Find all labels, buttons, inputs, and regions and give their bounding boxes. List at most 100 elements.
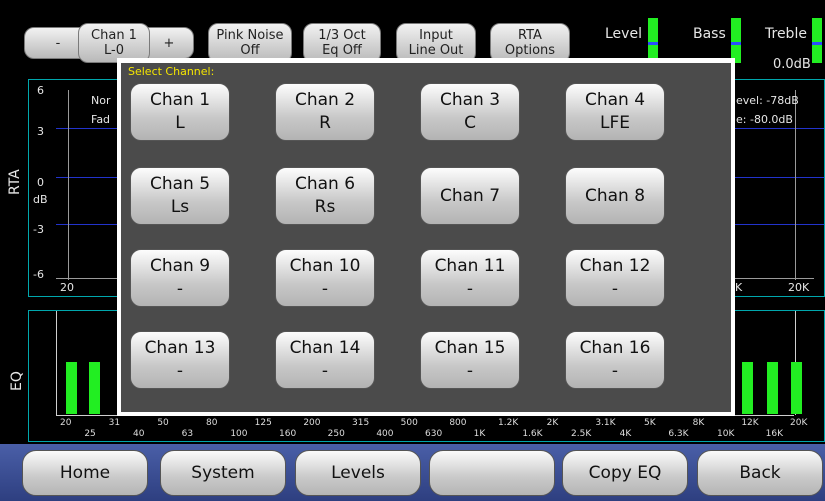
- channel-button-name: Chan 11: [434, 256, 506, 276]
- eq-freq-label: 6.3K: [668, 429, 689, 439]
- eq-freq-label: 5K: [644, 418, 656, 428]
- eq-freq-label: 250: [327, 429, 345, 439]
- input-line2: Line Out: [408, 43, 464, 58]
- rta-x-end-left: K: [735, 281, 743, 294]
- level-label: Level: [605, 26, 642, 42]
- channel-button[interactable]: Chan 4 LFE: [565, 83, 665, 141]
- channel-button[interactable]: Chan 1 L: [130, 83, 230, 141]
- rta-x-start: 20: [60, 281, 74, 294]
- blank-button[interactable]: [429, 450, 555, 496]
- channel-button-name: Chan 16: [579, 338, 651, 358]
- input-line-out-button[interactable]: Input Line Out: [396, 23, 476, 63]
- eq-freq-label: 12K: [741, 418, 759, 428]
- copy-eq-button[interactable]: Copy EQ: [562, 450, 688, 496]
- channel-button-name: Chan 6: [294, 174, 356, 194]
- eq-freq-label: 63: [181, 429, 194, 439]
- eq-freq-label: 200: [303, 418, 321, 428]
- channel-button[interactable]: Chan 13 -: [130, 331, 230, 389]
- channel-button-sub: L: [175, 113, 185, 133]
- channel-button[interactable]: Chan 7: [420, 167, 520, 225]
- channel-button-sub: -: [176, 361, 184, 381]
- channel-button[interactable]: Chan 12 -: [565, 249, 665, 307]
- rta-right-axis: [795, 90, 796, 280]
- oct-eq-line1: 1/3 Oct: [318, 28, 366, 43]
- rta-options-button[interactable]: RTA Options: [490, 23, 570, 63]
- back-label: Back: [739, 463, 781, 483]
- channel-sub: L-0: [104, 43, 124, 58]
- eq-left-axis: [56, 311, 57, 415]
- channel-button-name: Chan 14: [289, 338, 361, 358]
- channel-button[interactable]: Chan 6 Rs: [275, 167, 375, 225]
- channel-button[interactable]: Chan 3 C: [420, 83, 520, 141]
- rta-tick-db: dB: [33, 193, 48, 206]
- channel-button[interactable]: Chan 14 -: [275, 331, 375, 389]
- treble-meter[interactable]: [812, 18, 822, 63]
- channel-button-name: Chan 7: [439, 185, 501, 206]
- eq-freq-label: 630: [425, 429, 443, 439]
- levels-button[interactable]: Levels: [295, 450, 421, 496]
- rta-tick-minus6: -6: [33, 268, 44, 281]
- bass-label: Bass: [693, 26, 726, 42]
- rta-side-label: RTA: [7, 169, 23, 195]
- channel-button-name: Chan 12: [579, 256, 651, 276]
- eq-freq-label: 1.6K: [522, 429, 543, 439]
- channel-button-sub: -: [466, 279, 474, 299]
- rta-tick-6: 6: [37, 84, 44, 97]
- channel-button[interactable]: Chan 15 -: [420, 331, 520, 389]
- eq-freq-label: 400: [376, 429, 394, 439]
- channel-button[interactable]: Chan 10 -: [275, 249, 375, 307]
- pink-noise-button[interactable]: Pink Noise Off: [208, 23, 292, 63]
- channel-button-name: Chan 15: [434, 338, 506, 358]
- oct-eq-button[interactable]: 1/3 Oct Eq Off: [303, 23, 381, 63]
- eq-freq-label: 125: [254, 418, 272, 428]
- channel-button-sub: -: [321, 279, 329, 299]
- eq-freq-label: 25: [84, 429, 96, 439]
- channel-select-button[interactable]: Chan 1 L-0: [78, 23, 150, 63]
- eq-band-bar[interactable]: [66, 362, 77, 414]
- channel-button-sub: -: [611, 361, 619, 381]
- channel-button-sub: -: [466, 361, 474, 381]
- rta-left-text-2: Fad: [91, 113, 111, 126]
- eq-freq-label: 160: [279, 429, 297, 439]
- rta-tick-3: 3: [37, 125, 44, 138]
- channel-button-name: Chan 2: [294, 90, 356, 110]
- treble-value: 0.0dB: [773, 57, 811, 72]
- channel-button-sub: -: [611, 279, 619, 299]
- channel-button[interactable]: Chan 2 R: [275, 83, 375, 141]
- eq-freq-label: 8K: [692, 418, 705, 428]
- bottom-nav: Home System Levels Copy EQ Back: [0, 444, 825, 501]
- channel-button-sub: -: [176, 279, 184, 299]
- channel-button-sub: R: [319, 113, 331, 133]
- home-button[interactable]: Home: [22, 450, 148, 496]
- channel-button-name: Chan 8: [584, 185, 646, 206]
- copy-eq-label: Copy EQ: [588, 463, 662, 483]
- channel-button[interactable]: Chan 5 Ls: [130, 167, 230, 225]
- level-meter[interactable]: [648, 18, 658, 63]
- system-button[interactable]: System: [160, 450, 286, 496]
- eq-freq-label: 20: [60, 418, 72, 428]
- back-button[interactable]: Back: [697, 450, 823, 496]
- select-channel-dialog: Select Channel: Chan 1 L Chan 2 R Chan 3 C Cha…: [117, 58, 735, 416]
- bass-meter[interactable]: [731, 18, 741, 63]
- channel-button[interactable]: Chan 9 -: [130, 249, 230, 307]
- channel-button-name: Chan 4: [584, 90, 646, 110]
- rta-x-end: 20K: [788, 281, 810, 294]
- eq-freq-label: 20K: [790, 418, 808, 428]
- channel-button-name: Chan 3: [439, 90, 501, 110]
- rta-left-text-1: Nor: [91, 94, 111, 107]
- eq-freq-label: 40: [133, 429, 145, 439]
- rta-tick-minus3: -3: [33, 223, 44, 236]
- eq-band-bar[interactable]: [742, 362, 753, 414]
- eq-side-label: EQ: [9, 371, 25, 391]
- channel-button[interactable]: Chan 11 -: [420, 249, 520, 307]
- channel-button[interactable]: Chan 16 -: [565, 331, 665, 389]
- eq-band-bar[interactable]: [767, 362, 778, 414]
- channel-button-sub: Ls: [170, 197, 190, 217]
- channel-button-name: Chan 13: [144, 338, 216, 358]
- eq-band-bar[interactable]: [89, 362, 100, 414]
- dialog-title: Select Channel:: [128, 65, 215, 78]
- channel-button[interactable]: Chan 8: [565, 167, 665, 225]
- eq-band-bar[interactable]: [791, 362, 802, 414]
- pink-noise-line1: Pink Noise: [216, 28, 284, 43]
- eq-freq-label: 16K: [765, 429, 784, 439]
